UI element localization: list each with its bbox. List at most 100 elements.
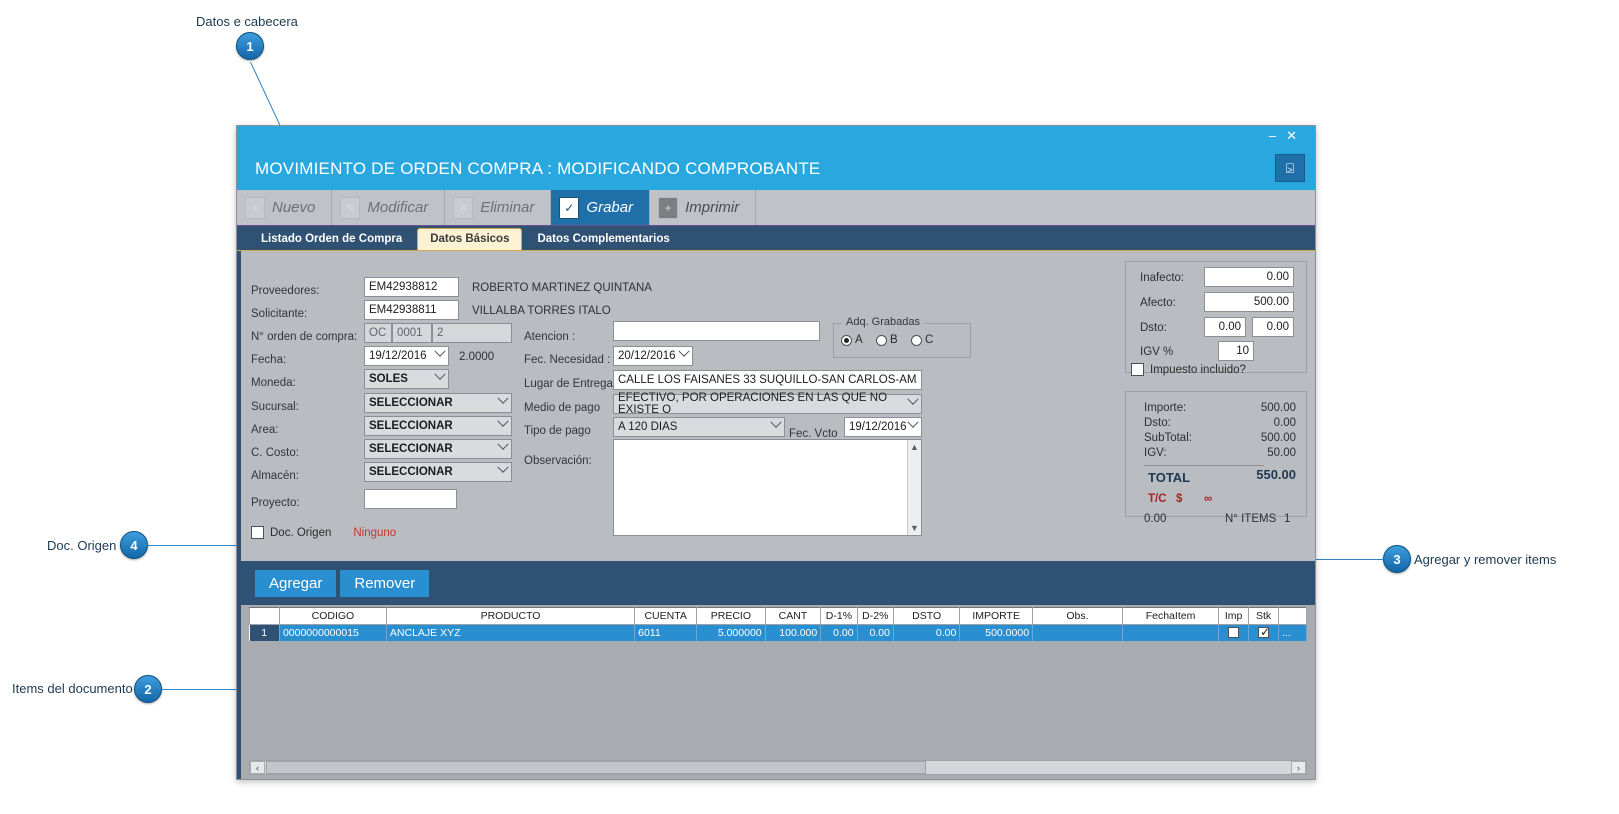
plus-icon: + <box>245 196 265 219</box>
dropdown-sucursal[interactable]: SELECCIONAR <box>364 392 512 413</box>
minimize-icon[interactable]: – <box>1269 128 1286 143</box>
cell-producto[interactable]: ANCLAJE XYZ <box>386 624 636 641</box>
tab-strip: Listado Orden de Compra Datos Básicos Da… <box>237 226 1315 251</box>
dropdown-tipo-pago[interactable]: A 120 DIAS <box>613 416 785 437</box>
cell-codigo[interactable]: 0000000000015 <box>279 624 387 641</box>
input-atencion[interactable] <box>613 321 820 341</box>
col-header-d2[interactable]: D-2% <box>856 607 894 625</box>
radio-label-c: C <box>925 334 934 346</box>
chevron-down-icon <box>907 416 919 428</box>
radio-adq-c[interactable]: C <box>911 334 933 346</box>
pencil-icon: ✎ <box>340 196 361 219</box>
input-proveedores[interactable] <box>364 277 459 297</box>
dropdown-almacen[interactable]: SELECCIONAR <box>364 461 512 482</box>
label-inafecto: Inafecto: <box>1140 272 1185 284</box>
col-header-precio[interactable]: PRECIO <box>696 607 766 625</box>
checkbox-imp[interactable] <box>1228 627 1240 639</box>
label-num-items: N° ITEMS <box>1225 513 1277 525</box>
label-tc-symbol: ∞ <box>1204 493 1213 505</box>
tab-datos-basicos[interactable]: Datos Básicos <box>417 228 523 250</box>
toolbar-button-eliminar[interactable]: ✕ Eliminar <box>445 190 552 225</box>
hscroll-thumb[interactable] <box>266 761 926 774</box>
cell-stk[interactable] <box>1248 624 1280 641</box>
text-tipo-cambio: 2.0000 <box>459 351 495 363</box>
cell-imp[interactable] <box>1218 624 1250 641</box>
group-adq-grabadas: Adq. Grabadas A B C <box>833 316 971 358</box>
input-solicitante[interactable] <box>364 300 459 320</box>
scroll-left-icon[interactable]: ‹ <box>250 761 265 774</box>
col-header-codigo[interactable]: CODIGO <box>278 607 387 625</box>
col-header-d1[interactable]: D-1% <box>820 607 858 625</box>
cell-d2[interactable]: 0.00 <box>857 624 894 641</box>
radio-adq-b[interactable]: B <box>876 334 898 346</box>
col-header-fechaitem[interactable]: FechaItem <box>1121 607 1220 625</box>
close-icon[interactable]: ✕ <box>1286 128 1307 143</box>
checkbox-doc-origen[interactable] <box>251 526 264 539</box>
table-row[interactable]: 1 0000000000015 ANCLAJE XYZ 6011 5.00000… <box>249 624 1307 641</box>
cell-d1[interactable]: 0.00 <box>820 624 858 641</box>
observacion-scrollbar[interactable]: ▲ ▼ <box>907 440 921 535</box>
maximize-panel-icon[interactable]: ⍄ <box>1275 154 1305 182</box>
cross-icon: ✕ <box>453 196 474 219</box>
col-header-cant[interactable]: CANT <box>764 607 822 625</box>
cell-obs[interactable] <box>1032 624 1123 641</box>
dropdown-centro-costo[interactable]: SELECCIONAR <box>364 438 512 459</box>
col-header-producto[interactable]: PRODUCTO <box>385 607 636 625</box>
label-orden-compra: N° orden de compra: <box>251 331 358 343</box>
dropdown-fec-vcto[interactable]: 19/12/2016 <box>844 416 922 437</box>
input-dsto-monto[interactable] <box>1204 317 1246 337</box>
radio-adq-a[interactable]: A <box>841 334 863 346</box>
tab-datos-complementarios[interactable]: Datos Complementarios <box>525 229 681 250</box>
col-header-obs[interactable]: Obs. <box>1032 607 1123 625</box>
label-atencion: Atencion : <box>524 331 576 343</box>
toolbar-button-modificar[interactable]: ✎ Modificar <box>332 190 446 225</box>
col-header-importe[interactable]: IMPORTE <box>959 607 1034 625</box>
scroll-down-icon[interactable]: ▼ <box>910 523 919 533</box>
annotation-leader-4 <box>148 545 238 546</box>
cell-dsto[interactable]: 0.00 <box>893 624 961 641</box>
col-header-stk[interactable]: Stk <box>1248 607 1280 625</box>
cell-importe[interactable]: 500.0000 <box>959 624 1034 641</box>
input-orden-serie <box>364 323 392 343</box>
remover-button[interactable]: Remover <box>340 569 430 597</box>
col-header-dsto[interactable]: DSTO <box>892 607 961 625</box>
col-header-imp[interactable]: Imp <box>1218 607 1250 625</box>
input-proyecto[interactable] <box>364 489 457 509</box>
dropdown-moneda[interactable]: SOLES <box>364 368 449 389</box>
col-header-extra[interactable] <box>1278 607 1307 625</box>
annotation-label-3: Agregar y remover items <box>1414 552 1557 567</box>
dropdown-area[interactable]: SELECCIONAR <box>364 415 512 436</box>
dropdown-fecha[interactable]: 19/12/2016 <box>364 345 449 366</box>
toolbar-button-grabar[interactable]: ✓ Grabar <box>551 190 651 225</box>
tab-listado-orden-de-compra[interactable]: Listado Orden de Compra <box>249 229 414 250</box>
input-afecto[interactable] <box>1204 292 1294 312</box>
label-dsto-total: Dsto: <box>1144 417 1171 429</box>
toolbar-button-nuevo[interactable]: + Nuevo <box>237 190 333 225</box>
checkbox-impuesto-incluido[interactable] <box>1131 363 1144 376</box>
scroll-up-icon[interactable]: ▲ <box>910 442 919 452</box>
cell-cuenta[interactable]: 6011 <box>634 624 698 641</box>
cell-fechaitem[interactable] <box>1122 624 1220 641</box>
toolbar-label-grabar: Grabar <box>586 199 634 216</box>
cell-cant[interactable]: 100.000 <box>765 624 822 641</box>
cell-extra[interactable]: ... <box>1278 624 1307 641</box>
col-header-rownum[interactable] <box>249 607 280 625</box>
dropdown-fecha-value: 19/12/2016 <box>369 350 427 362</box>
dropdown-fec-necesidad[interactable]: 20/12/2016 <box>613 345 693 366</box>
input-dsto-porcentaje[interactable] <box>1252 317 1294 337</box>
label-total: TOTAL <box>1148 470 1191 485</box>
input-igv-porcentaje[interactable] <box>1218 341 1254 361</box>
window-controls[interactable]: –✕ <box>1269 128 1307 144</box>
input-lugar-entrega[interactable] <box>613 370 922 390</box>
textarea-observacion[interactable]: ▲ ▼ <box>613 439 922 536</box>
dropdown-medio-pago[interactable]: EFECTIVO, POR OPERACIONES EN LAS QUE NO … <box>613 392 922 416</box>
checkbox-stk[interactable] <box>1258 625 1270 639</box>
scroll-right-icon[interactable]: › <box>1291 761 1306 774</box>
toolbar-button-imprimir[interactable]: + Imprimir <box>650 190 757 225</box>
agregar-button[interactable]: Agregar <box>255 569 337 597</box>
annotation-label-1: Datos e cabecera <box>196 14 298 29</box>
cell-precio[interactable]: 5.000000 <box>696 624 766 641</box>
input-inafecto[interactable] <box>1204 267 1294 287</box>
col-header-cuenta[interactable]: CUENTA <box>634 607 698 625</box>
items-grid-hscrollbar[interactable]: ‹ › <box>249 760 1307 775</box>
